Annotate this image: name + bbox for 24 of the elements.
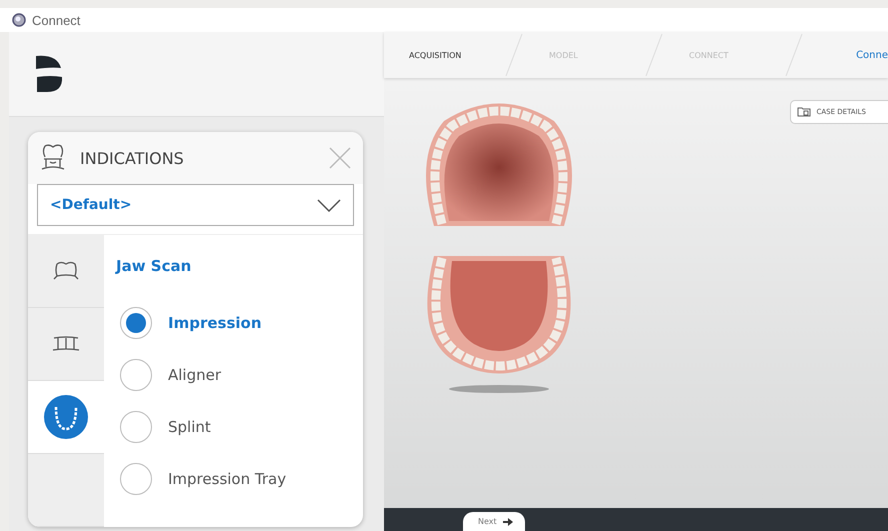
jaw-icon xyxy=(44,395,88,439)
panel-title: INDICATIONS xyxy=(80,148,185,168)
close-icon[interactable] xyxy=(329,147,351,169)
window-title: Connect xyxy=(32,12,80,28)
folder-icon xyxy=(797,107,812,117)
arrow-right-icon xyxy=(502,518,513,526)
bridge-icon xyxy=(52,336,80,352)
next-button[interactable]: Next xyxy=(463,512,525,531)
chevron-down-icon xyxy=(317,198,341,212)
step-divider xyxy=(504,32,524,78)
section-title: Jaw Scan xyxy=(116,257,192,275)
step-divider xyxy=(784,32,804,78)
radio-option[interactable]: Impression Tray xyxy=(116,453,351,505)
step-tab[interactable]: ACQUISITION xyxy=(384,50,504,60)
indication-dropdown[interactable]: <Default> xyxy=(37,184,354,226)
product-link[interactable]: Conne xyxy=(856,50,888,60)
logo-icon xyxy=(35,55,63,93)
radio-option[interactable]: Aligner xyxy=(116,349,351,401)
radio-option[interactable]: Splint xyxy=(116,401,351,453)
app-icon xyxy=(12,13,26,27)
indication-tab[interactable] xyxy=(28,381,104,454)
radio-option[interactable]: Impression xyxy=(116,297,351,349)
step-divider xyxy=(644,32,664,78)
tooth-icon xyxy=(53,260,79,282)
